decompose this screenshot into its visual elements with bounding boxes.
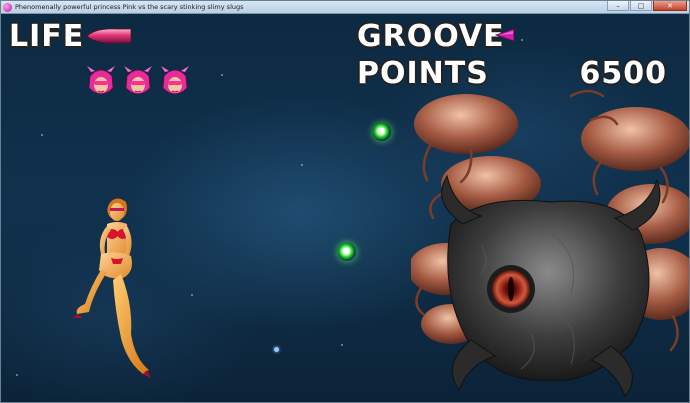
- title-bar[interactable]: Phenomenally powerful princess Pink vs t…: [1, 1, 689, 14]
- star: [191, 294, 193, 296]
- star: [41, 134, 43, 136]
- pink-head-life-icon: [87, 66, 115, 100]
- life-label: LIFE: [9, 19, 85, 54]
- pink-head-life-icon: [161, 66, 189, 100]
- star: [221, 74, 223, 76]
- app-icon: [3, 2, 12, 12]
- blue-spark: [274, 347, 279, 352]
- groove-bar: [495, 28, 515, 42]
- star: [16, 374, 18, 376]
- life-bar: [86, 28, 132, 44]
- lives-row: [87, 66, 189, 100]
- window-title: Phenomenally powerful princess Pink vs t…: [15, 3, 244, 11]
- groove-label: GROOVE: [357, 19, 505, 54]
- maximize-button[interactable]: □: [630, 1, 652, 11]
- window-controls: – □ ✕: [606, 1, 687, 12]
- star: [341, 344, 343, 346]
- pink-head-life-icon: [124, 66, 152, 100]
- game-window: Phenomenally powerful princess Pink vs t…: [0, 0, 690, 403]
- star: [301, 164, 303, 166]
- game-canvas[interactable]: LIFE GROOVE POINTS 6500: [1, 14, 689, 402]
- star: [521, 39, 523, 41]
- green-orb: [373, 123, 391, 141]
- green-orb: [338, 243, 356, 261]
- princess-pink-sprite: [73, 198, 151, 378]
- close-button[interactable]: ✕: [653, 1, 687, 11]
- boss-slug-cluster: [411, 89, 689, 397]
- minimize-button[interactable]: –: [607, 1, 629, 11]
